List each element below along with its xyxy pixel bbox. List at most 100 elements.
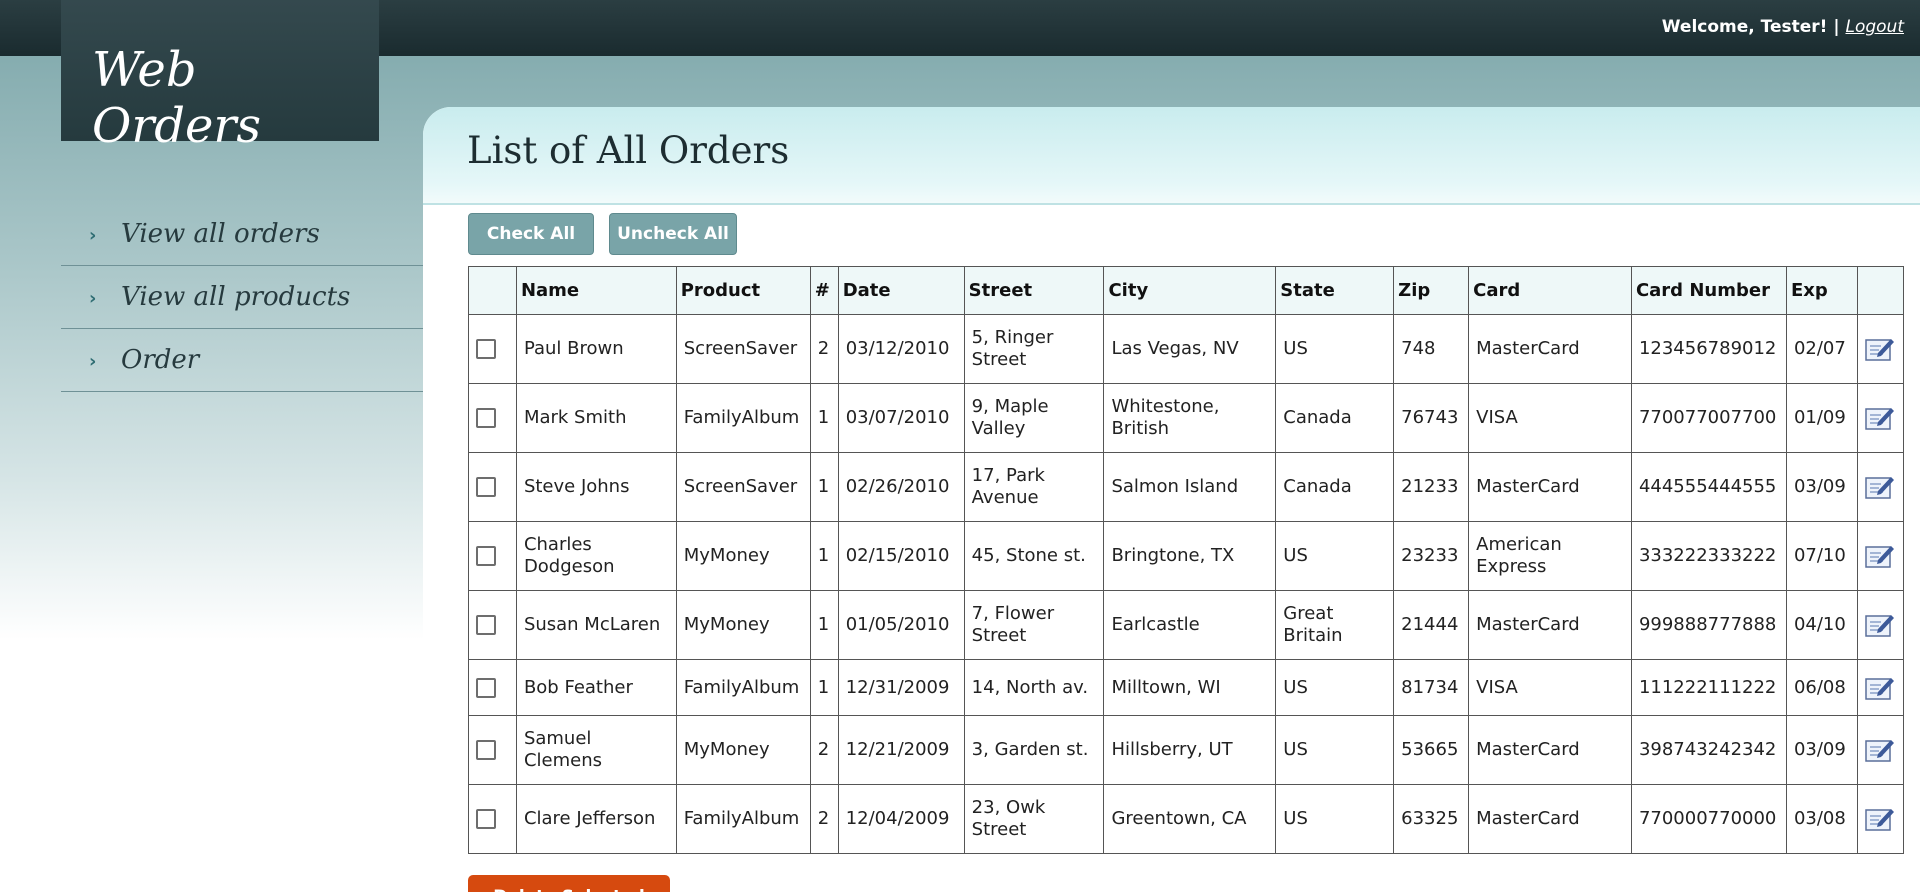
edit-icon[interactable]	[1865, 474, 1895, 500]
cell-card-number: 333222333222	[1630, 521, 1787, 591]
row-checkbox[interactable]	[476, 809, 496, 829]
cell-date: 03/07/2010	[837, 383, 965, 453]
edit-icon[interactable]	[1865, 336, 1895, 362]
row-checkbox[interactable]	[476, 615, 496, 635]
cell-street: 5, Ringer Street	[963, 314, 1105, 384]
row-checkbox[interactable]	[476, 740, 496, 760]
delete-selected-button[interactable]: Delete Selected	[468, 875, 670, 892]
cell-card: MasterCard	[1468, 314, 1632, 384]
cell-name: Samuel Clemens	[515, 715, 677, 785]
cell-name: Paul Brown	[515, 314, 677, 384]
table-row: Mark Smith FamilyAlbum 1 03/07/2010 9, M…	[468, 383, 1905, 453]
orders-table: Name Product # Date Street City State Zi…	[468, 266, 1905, 854]
cell-street: 45, Stone st.	[963, 521, 1105, 591]
column-header-select	[468, 266, 517, 315]
cell-qty: 2	[809, 784, 839, 854]
cell-name: Steve Johns	[515, 452, 677, 522]
cell-street: 9, Maple Valley	[963, 383, 1105, 453]
cell-qty: 1	[809, 383, 839, 453]
sidebar-item-view-all-products[interactable]: › View all products	[61, 266, 423, 329]
cell-date: 01/05/2010	[837, 590, 965, 660]
edit-icon[interactable]	[1865, 543, 1895, 569]
select-cell	[468, 314, 517, 384]
cell-state: Great Britain	[1275, 590, 1395, 660]
logo: Web Orders	[61, 0, 379, 154]
sidebar-item-label: View all products	[121, 282, 351, 312]
cell-name: Susan McLaren	[515, 590, 677, 660]
edit-cell	[1856, 715, 1905, 785]
select-cell	[468, 715, 517, 785]
cell-exp: 02/07	[1785, 314, 1858, 384]
cell-card-number: 123456789012	[1630, 314, 1787, 384]
cell-card-number: 398743242342	[1630, 715, 1787, 785]
row-checkbox[interactable]	[476, 546, 496, 566]
select-cell	[468, 784, 517, 854]
column-header: City	[1103, 266, 1277, 315]
cell-card: VISA	[1468, 383, 1632, 453]
table-header-row: Name Product # Date Street City State Zi…	[468, 266, 1905, 315]
cell-date: 12/21/2009	[837, 715, 965, 785]
cell-card-number: 444555444555	[1630, 452, 1787, 522]
edit-icon[interactable]	[1865, 675, 1895, 701]
cell-state: Canada	[1275, 383, 1395, 453]
table-row: Samuel Clemens MyMoney 2 12/21/2009 3, G…	[468, 715, 1905, 785]
edit-cell	[1856, 314, 1905, 384]
sidebar: › View all orders › View all products › …	[61, 203, 423, 392]
cell-exp: 03/08	[1785, 784, 1858, 854]
page-title: List of All Orders	[467, 129, 790, 172]
logout-link[interactable]: Logout	[1845, 17, 1904, 37]
cell-city: Whitestone, British	[1103, 383, 1277, 453]
cell-card-number: 111222111222	[1630, 659, 1787, 716]
panel-header: List of All Orders	[423, 107, 1920, 205]
table-row: Charles Dodgeson MyMoney 1 02/15/2010 45…	[468, 521, 1905, 591]
cell-card: MasterCard	[1468, 452, 1632, 522]
cell-state: US	[1275, 659, 1395, 716]
row-checkbox[interactable]	[476, 477, 496, 497]
cell-city: Earlcastle	[1103, 590, 1277, 660]
column-header: Product	[675, 266, 811, 315]
cell-street: 14, North av.	[963, 659, 1105, 716]
cell-zip: 63325	[1393, 784, 1470, 854]
column-header: Card	[1468, 266, 1632, 315]
select-cell	[468, 383, 517, 453]
column-header: Street	[963, 266, 1105, 315]
cell-exp: 01/09	[1785, 383, 1858, 453]
column-header: Exp	[1785, 266, 1858, 315]
uncheck-all-button[interactable]: Uncheck All	[609, 213, 737, 255]
cell-product: MyMoney	[675, 521, 811, 591]
cell-card: American Express	[1468, 521, 1632, 591]
cell-name: Bob Feather	[515, 659, 677, 716]
check-all-button[interactable]: Check All	[468, 213, 594, 255]
cell-exp: 03/09	[1785, 452, 1858, 522]
row-checkbox[interactable]	[476, 677, 496, 698]
select-cell	[468, 590, 517, 660]
cell-qty: 1	[809, 590, 839, 660]
edit-cell	[1856, 590, 1905, 660]
table-row: Susan McLaren MyMoney 1 01/05/2010 7, Fl…	[468, 590, 1905, 660]
sidebar-item-order[interactable]: › Order	[61, 329, 423, 392]
column-header: #	[809, 266, 839, 315]
row-checkbox[interactable]	[476, 339, 496, 359]
edit-icon[interactable]	[1865, 612, 1895, 638]
edit-cell	[1856, 383, 1905, 453]
cell-city: Las Vegas, NV	[1103, 314, 1277, 384]
cell-card-number: 770077007700	[1630, 383, 1787, 453]
edit-icon[interactable]	[1865, 806, 1895, 832]
cell-city: Salmon Island	[1103, 452, 1277, 522]
cell-city: Greentown, CA	[1103, 784, 1277, 854]
edit-icon[interactable]	[1865, 405, 1895, 431]
cell-date: 03/12/2010	[837, 314, 965, 384]
chevron-right-icon: ›	[89, 225, 97, 246]
row-checkbox[interactable]	[476, 408, 496, 428]
cell-zip: 53665	[1393, 715, 1470, 785]
cell-street: 3, Garden st.	[963, 715, 1105, 785]
cell-qty: 2	[809, 314, 839, 384]
cell-state: US	[1275, 314, 1395, 384]
welcome-text: Welcome, Tester! |	[1661, 17, 1846, 37]
column-header: State	[1275, 266, 1395, 315]
table-row: Clare Jefferson FamilyAlbum 2 12/04/2009…	[468, 784, 1905, 854]
sidebar-item-view-all-orders[interactable]: › View all orders	[61, 203, 423, 266]
cell-zip: 21233	[1393, 452, 1470, 522]
edit-icon[interactable]	[1865, 737, 1895, 763]
select-cell	[468, 659, 517, 716]
